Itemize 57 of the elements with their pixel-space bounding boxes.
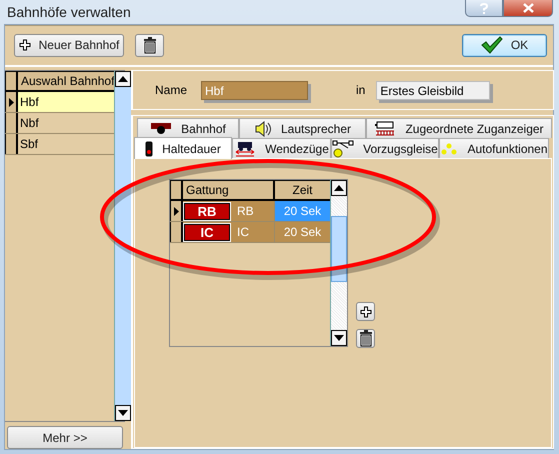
new-station-button[interactable]: Neuer Bahnhof xyxy=(14,34,124,56)
speaker-icon xyxy=(254,120,272,136)
signal-icon xyxy=(150,122,172,136)
row-pointer-icon xyxy=(8,98,14,106)
ok-button[interactable]: OK xyxy=(462,34,547,56)
dots-icon xyxy=(440,142,458,154)
row-header[interactable] xyxy=(5,113,18,133)
add-button[interactable] xyxy=(356,302,375,321)
trash-icon xyxy=(358,330,372,347)
signal-light-icon xyxy=(145,140,154,156)
table-cell[interactable]: IC IC xyxy=(183,222,275,242)
row-pointer-icon xyxy=(174,206,178,216)
close-icon xyxy=(522,3,534,13)
more-button[interactable]: Mehr >> xyxy=(7,426,123,449)
row-header[interactable] xyxy=(5,92,18,112)
delete-row-button[interactable] xyxy=(356,329,375,348)
plus-icon xyxy=(18,39,31,51)
display-board-icon xyxy=(374,120,396,136)
help-button[interactable] xyxy=(465,0,503,17)
up-arrow-icon xyxy=(118,76,128,82)
row-header[interactable] xyxy=(170,201,183,221)
down-arrow-icon xyxy=(118,410,128,416)
scroll-thumb[interactable] xyxy=(331,216,347,282)
scrollbar[interactable] xyxy=(114,71,132,421)
trash-icon xyxy=(142,36,156,54)
up-arrow-icon xyxy=(334,185,344,191)
tab[interactable]: Lautsprecher xyxy=(239,118,366,138)
train-type-label: RB xyxy=(237,204,254,218)
row-header[interactable] xyxy=(5,134,18,154)
checkmark-icon xyxy=(480,36,503,54)
tab[interactable]: Wendezüge xyxy=(232,138,331,158)
window-title: Bahnhöfe verwalten xyxy=(7,4,131,20)
column-header: Zeit xyxy=(275,181,330,199)
scrollbar[interactable] xyxy=(330,180,347,346)
down-arrow-icon xyxy=(334,335,344,341)
row-header[interactable] xyxy=(170,222,183,242)
train-type-badge: IC xyxy=(184,224,230,240)
tab[interactable]: Bahnhof xyxy=(137,118,239,138)
in-label: in xyxy=(356,83,366,97)
train-type-badge: RB xyxy=(184,202,230,220)
station-item[interactable]: Nbf xyxy=(18,113,114,133)
column-header: Gattung xyxy=(183,181,275,199)
close-button[interactable] xyxy=(503,0,553,17)
plus-icon xyxy=(360,306,372,318)
station-item[interactable]: Hbf xyxy=(18,92,114,112)
tab[interactable]: Autofunktionen xyxy=(439,138,549,158)
help-icon xyxy=(480,2,488,14)
delete-button[interactable] xyxy=(135,34,164,56)
tab[interactable]: Vorzugsgleise xyxy=(331,138,439,158)
train-type-label: IC xyxy=(237,225,249,239)
tab[interactable]: Zugeordnete Zuganzeiger xyxy=(366,118,552,138)
station-item[interactable]: Sbf xyxy=(18,134,114,154)
locomotive-icon xyxy=(234,140,256,158)
name-label: Name xyxy=(155,83,188,97)
column-header: Auswahl Bahnhof xyxy=(18,72,114,90)
table-cell[interactable]: RB RB xyxy=(183,201,275,221)
tab[interactable]: Haltedauer xyxy=(134,137,232,159)
